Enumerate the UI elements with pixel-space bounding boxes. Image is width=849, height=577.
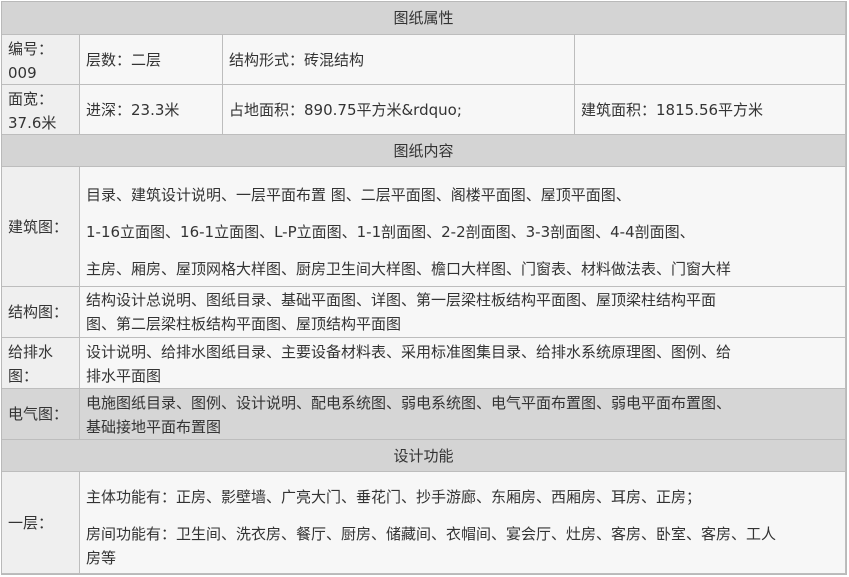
width-cell: 面宽： 37.6米 — [2, 85, 80, 135]
electrical-line-1: 电施图纸目录、图例、设计说明、配电系统图、弱电系统图、电气平面布置图、弱电平面布… — [86, 394, 732, 412]
plumbing-label-2: 图： — [8, 367, 39, 385]
architecture-content: 目录、建筑设计说明、一层平面布置 图、二层平面图、阁楼平面图、屋顶平面图、 1-… — [80, 167, 846, 287]
first-floor-main: 主体功能有：正房、影壁墙、广亮大门、垂花门、抄手游廊、东厢房、西厢房、耳房、正房… — [86, 488, 702, 506]
plumbing-line-2: 排水平面图 — [86, 367, 162, 385]
structure-text: 结构形式：砖混结构 — [229, 50, 365, 69]
width-value: 37.6米 — [8, 114, 57, 132]
plumbing-label-1: 给排水 — [8, 343, 54, 361]
electrical-line-2: 基础接地平面布置图 — [86, 418, 222, 436]
first-floor-label-cell: 一层： — [2, 472, 80, 574]
plumbing-label-cell: 给排水 图： — [2, 338, 80, 389]
electrical-label-cell: 电气图： — [2, 389, 80, 440]
plumbing-content: 设计说明、给排水图纸目录、主要设备材料表、采用标准图集目录、给排水系统原理图、图… — [80, 338, 846, 389]
architecture-line-2: 1-16立面图、16-1立面图、L-P立面图、1-1剖面图、2-2剖面图、3-3… — [86, 223, 695, 241]
structure-drawings-label-cell: 结构图： — [2, 287, 80, 338]
architecture-line-3: 主房、厢房、屋顶网格大样图、厨房卫生间大样图、檐口大样图、门窗表、材料做法表、门… — [86, 260, 732, 278]
land-area-cell: 占地面积：890.75平方米&rdquo; — [223, 85, 575, 135]
structure-drawings-content: 结构设计总说明、图纸目录、基础平面图、详图、第一层梁柱板结构平面图、屋顶梁柱结构… — [80, 287, 846, 338]
empty-cell — [575, 35, 846, 85]
plumbing-line-1: 设计说明、给排水图纸目录、主要设备材料表、采用标准图集目录、给排水系统原理图、图… — [86, 343, 732, 361]
electrical-label: 电气图： — [8, 405, 69, 423]
structure-drawings-label: 结构图： — [8, 303, 69, 321]
section-header-contents: 图纸内容 — [2, 135, 846, 167]
architecture-label-cell: 建筑图： — [2, 167, 80, 287]
floors-cell: 层数：二层 — [80, 35, 223, 85]
electrical-content: 电施图纸目录、图例、设计说明、配电系统图、弱电系统图、电气平面布置图、弱电平面布… — [80, 389, 846, 440]
structure-cell: 结构形式：砖混结构 — [223, 35, 575, 85]
land-area-text: 占地面积：890.75平方米&rdquo; — [229, 100, 462, 119]
depth-cell: 进深：23.3米 — [80, 85, 223, 135]
floors-text: 层数：二层 — [86, 50, 162, 69]
first-floor-rooms-2: 房等 — [86, 549, 117, 567]
number-cell: 编号： 009 — [2, 35, 80, 85]
architecture-line-1: 目录、建筑设计说明、一层平面布置 图、二层平面图、阁楼平面图、屋顶平面图、 — [86, 186, 631, 204]
section-header-functions: 设计功能 — [2, 440, 846, 472]
building-area-text: 建筑面积：1815.56平方米 — [581, 100, 764, 119]
number-label: 编号： — [8, 40, 54, 58]
section-header-attributes: 图纸属性 — [2, 2, 846, 35]
number-value: 009 — [8, 64, 37, 82]
depth-text: 进深：23.3米 — [86, 100, 180, 119]
architecture-label: 建筑图： — [8, 217, 69, 236]
first-floor-content: 主体功能有：正房、影壁墙、广亮大门、垂花门、抄手游廊、东厢房、西厢房、耳房、正房… — [80, 472, 846, 574]
structure-line-2: 图、第二层梁柱板结构平面图、屋顶结构平面图 — [86, 315, 402, 333]
building-area-cell: 建筑面积：1815.56平方米 — [575, 85, 846, 135]
structure-line-1: 结构设计总说明、图纸目录、基础平面图、详图、第一层梁柱板结构平面图、屋顶梁柱结构… — [86, 291, 717, 309]
first-floor-label: 一层： — [8, 513, 54, 532]
width-label: 面宽： — [8, 90, 54, 108]
drawing-info-table: 图纸属性 编号： 009 层数：二层 结构形式：砖混结构 面宽： 37.6米 进… — [1, 1, 847, 575]
first-floor-rooms-1: 房间功能有：卫生间、洗衣房、餐厅、厨房、储藏间、衣帽间、宴会厅、灶房、客房、卧室… — [86, 525, 777, 543]
